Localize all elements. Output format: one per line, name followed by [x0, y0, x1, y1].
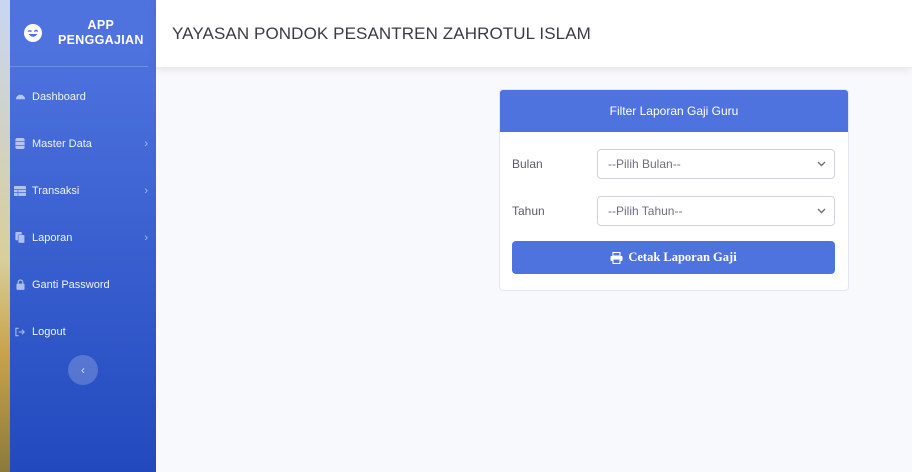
print-report-button[interactable]: Cetak Laporan Gaji [512, 241, 835, 274]
sidebar-item-ganti-password[interactable]: Ganti Password [10, 261, 156, 308]
brand-title: APP PENGGAJIAN [58, 18, 144, 48]
table-icon [14, 185, 26, 197]
sidebar-item-label: Dashboard [32, 90, 86, 103]
bulan-label: Bulan [512, 157, 543, 171]
topbar: YAYASAN PONDOK PESANTREN ZAHROTUL ISLAM [156, 0, 912, 67]
chevron-left-icon: ‹ [81, 363, 85, 377]
bulan-select-value: --Pilih Bulan-- [608, 157, 681, 171]
sidebar-item-label: Transaksi [32, 184, 80, 197]
app-root: APP PENGGAJIAN Dashboard Master Data › T… [0, 0, 912, 472]
card-header: Filter Laporan Gaji Guru [500, 90, 848, 132]
sidebar-toggle-button[interactable]: ‹ [68, 355, 98, 385]
sidebar-nav: Dashboard Master Data › Transaksi › Lapo… [10, 67, 156, 355]
form-row-tahun: Tahun --Pilih Tahun-- [512, 196, 835, 226]
sidebar-item-dashboard[interactable]: Dashboard [10, 73, 156, 120]
tahun-select[interactable]: --Pilih Tahun-- [597, 196, 835, 226]
database-icon [14, 138, 26, 150]
chevron-down-icon [817, 206, 826, 217]
form-row-bulan: Bulan --Pilih Bulan-- [512, 149, 835, 179]
tahun-select-value: --Pilih Tahun-- [608, 204, 683, 218]
sidebar-brand[interactable]: APP PENGGAJIAN [10, 0, 148, 67]
sidebar-item-master-data[interactable]: Master Data › [10, 120, 156, 167]
sidebar-item-label: Logout [32, 325, 66, 338]
print-button-label: Cetak Laporan Gaji [628, 250, 737, 264]
sidebar-item-laporan[interactable]: Laporan › [10, 214, 156, 261]
print-icon [610, 251, 623, 264]
sidebar-item-label: Master Data [32, 137, 92, 150]
dashboard-icon [14, 91, 26, 103]
lock-icon [14, 279, 26, 291]
tahun-label: Tahun [512, 204, 545, 218]
brand-line-2: PENGGAJIAN [58, 33, 144, 47]
background-image-edge [0, 0, 10, 472]
sidebar-item-logout[interactable]: Logout [10, 308, 156, 355]
sidebar-item-label: Laporan [32, 231, 73, 244]
bulan-select[interactable]: --Pilih Bulan-- [597, 149, 835, 179]
page-title: YAYASAN PONDOK PESANTREN ZAHROTUL ISLAM [172, 23, 591, 43]
chevron-right-icon: › [144, 184, 148, 197]
chevron-right-icon: › [144, 231, 148, 244]
filter-card: Filter Laporan Gaji Guru Bulan --Pilih B… [499, 89, 849, 291]
sidebar-item-transaksi[interactable]: Transaksi › [10, 167, 156, 214]
copy-icon [14, 232, 26, 244]
brand-line-1: APP [87, 18, 115, 32]
sidebar: APP PENGGAJIAN Dashboard Master Data › T… [10, 0, 156, 472]
chevron-right-icon: › [144, 137, 148, 150]
sign-out-icon [14, 326, 26, 338]
laugh-wink-icon [22, 22, 44, 44]
chevron-down-icon [817, 159, 826, 170]
sidebar-item-label: Ganti Password [32, 278, 110, 291]
